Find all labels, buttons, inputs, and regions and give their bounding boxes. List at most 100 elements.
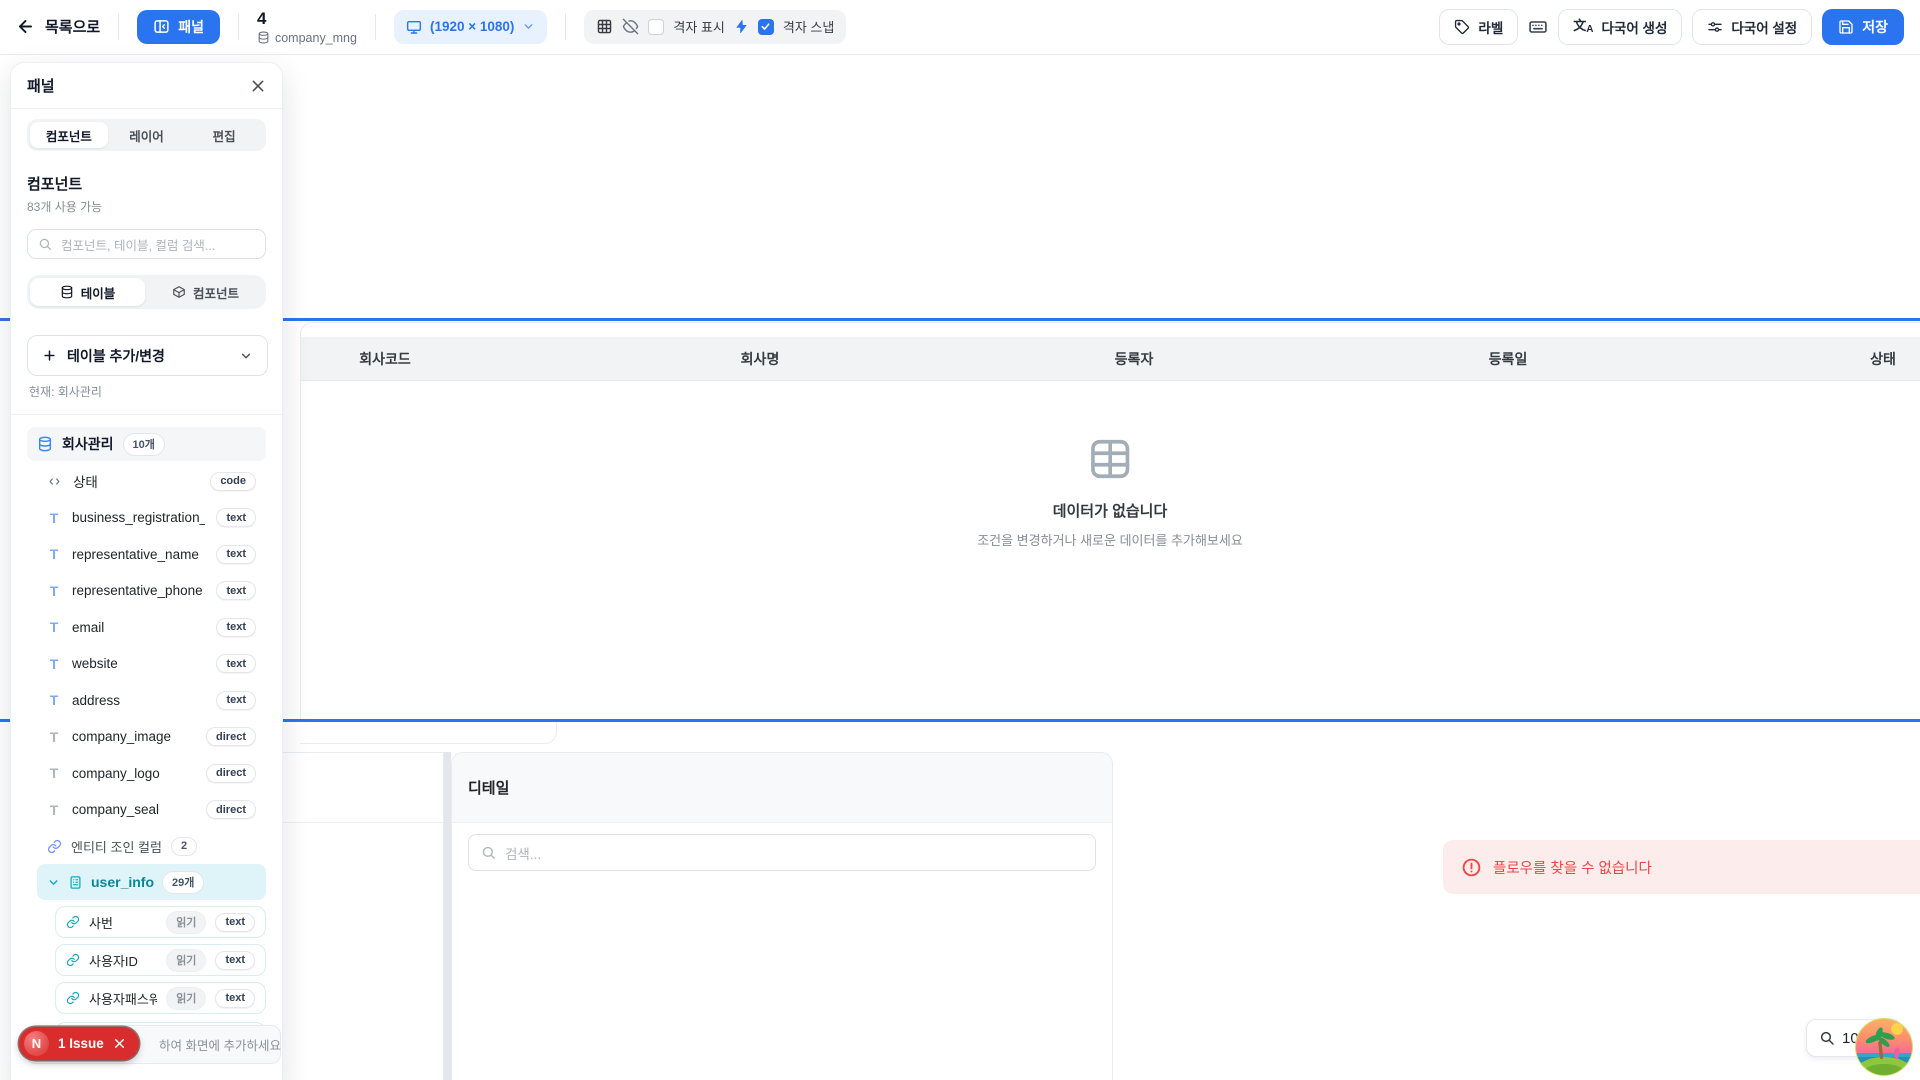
i18n-settings-text: 다국어 설정 <box>1731 17 1797 37</box>
grid-show-label: 격자 표시 <box>673 17 724 36</box>
island-image <box>1854 1017 1914 1077</box>
panel-toggle-button[interactable]: 패널 <box>137 10 220 44</box>
column-type-badge: direct <box>206 727 256 746</box>
building-icon <box>68 875 83 890</box>
access-badge: 읽기 <box>166 911 206 934</box>
panel-button-label: 패널 <box>178 17 204 37</box>
current-table-label: 현재: 회사관리 <box>29 383 266 400</box>
link-icon <box>66 953 80 967</box>
join-table-name: user_info <box>91 874 154 890</box>
column-item[interactable]: T company_logo direct <box>11 755 282 792</box>
i18n-generate-button[interactable]: 文A 다국어 생성 <box>1558 9 1682 45</box>
link-icon <box>47 839 62 854</box>
code-icon <box>47 474 62 489</box>
join-column-item[interactable]: 사용자패스워드 읽기 text <box>55 982 266 1014</box>
text-type-icon: T <box>47 765 61 781</box>
keyboard-icon <box>1528 17 1548 37</box>
selection-outline-top <box>0 318 1920 321</box>
mode-component-button[interactable]: 컴포넌트 <box>148 278 263 306</box>
top-toolbar: 목록으로 패널 4 company_mng (1920 × 1080) <box>0 0 1920 55</box>
column-name: representative_phone <box>72 583 205 598</box>
detail-header: 디테일 <box>452 753 1112 823</box>
tab-layers[interactable]: 레이어 <box>108 122 186 148</box>
grid-icon[interactable] <box>596 18 613 35</box>
tab-components[interactable]: 컴포넌트 <box>30 122 108 148</box>
table-group-row[interactable]: 회사관리 10개 <box>27 427 266 461</box>
panel-resizer-handle[interactable] <box>444 752 451 1080</box>
close-icon[interactable] <box>113 1037 126 1050</box>
column-item[interactable]: T company_image direct <box>11 719 282 756</box>
column-name: company_seal <box>72 802 195 817</box>
components-panel: 패널 컴포넌트 레이어 편집 컴포넌트 83개 사용 가능 컴포넌트, 테이블,… <box>10 62 283 1080</box>
join-column-item[interactable]: 사번 읽기 text <box>55 906 266 938</box>
drag-hint-text: 하여 화면에 추가하세요 <box>159 1035 281 1054</box>
column-name: company_image <box>72 729 195 744</box>
detail-search-input[interactable]: 검색... <box>468 834 1096 871</box>
column-count-badge: 10개 <box>123 433 165 456</box>
column-item[interactable]: T representative_phone text <box>11 573 282 610</box>
column-item[interactable]: T website text <box>11 646 282 683</box>
save-button[interactable]: 저장 <box>1822 9 1904 45</box>
column-item[interactable]: T email text <box>11 609 282 646</box>
detail-component[interactable]: 디테일 검색... <box>451 752 1113 1080</box>
viewport-size-dropdown[interactable]: (1920 × 1080) <box>394 10 547 44</box>
join-column-item[interactable]: 사용자ID 읽기 text <box>55 944 266 976</box>
column-item[interactable]: 상태 code <box>11 463 282 500</box>
issue-count-label: 1 Issue <box>58 1036 104 1051</box>
i18n-settings-button[interactable]: 다국어 설정 <box>1692 9 1812 45</box>
column-item[interactable]: T company_seal direct <box>11 792 282 829</box>
label-button[interactable]: 라벨 <box>1439 9 1518 45</box>
database-icon <box>60 285 74 299</box>
issue-badge[interactable]: N 1 Issue <box>19 1027 139 1060</box>
mode-table-button[interactable]: 테이블 <box>30 278 145 306</box>
tab-edit[interactable]: 편집 <box>185 122 263 148</box>
table-empty-state: 데이터가 없습니다 조건을 변경하거나 새로운 데이터를 추가해보세요 <box>977 436 1243 549</box>
join-column-name: 사용자패스워드 <box>89 989 157 1008</box>
magnifier-icon <box>1819 1030 1835 1046</box>
grid-snap-checkbox[interactable] <box>758 19 774 35</box>
component-search-input[interactable]: 컴포넌트, 테이블, 컬럼 검색... <box>27 229 266 259</box>
column-item[interactable]: T representative_name text <box>11 536 282 573</box>
column-header: 상태 <box>1870 337 1896 381</box>
search-icon <box>38 237 52 251</box>
back-label: 목록으로 <box>45 16 100 37</box>
column-type-badge: text <box>216 691 256 710</box>
chevron-down-icon <box>239 349 253 363</box>
column-item[interactable]: T address text <box>11 682 282 719</box>
chevron-down-icon <box>47 876 60 889</box>
save-button-text: 저장 <box>1862 17 1888 37</box>
grid-snap-label: 격자 스냅 <box>783 17 834 36</box>
join-table-user-info[interactable]: user_info 29개 <box>37 864 266 900</box>
link-icon <box>66 915 80 929</box>
column-type-badge: code <box>210 472 256 491</box>
empty-state-title: 데이터가 없습니다 <box>1053 500 1168 521</box>
entity-join-section: 엔티티 조인 컬럼 2 <box>11 828 282 856</box>
divider <box>565 14 566 40</box>
add-table-label: 테이블 추가/변경 <box>67 346 165 366</box>
app-screen: 목록으로 패널 4 company_mng (1920 × 1080) <box>0 0 1920 1080</box>
column-type-badge: text <box>215 951 255 970</box>
grid-show-checkbox[interactable] <box>648 19 664 35</box>
column-name: address <box>72 693 205 708</box>
eye-off-icon[interactable] <box>622 18 639 35</box>
text-type-icon: T <box>47 583 61 599</box>
back-to-list-button[interactable]: 목록으로 <box>16 16 100 37</box>
box-icon <box>172 285 186 299</box>
keyboard-shortcuts-button[interactable] <box>1528 17 1548 37</box>
join-count-badge: 2 <box>171 837 197 856</box>
add-table-dropdown[interactable]: 테이블 추가/변경 <box>27 335 268 376</box>
column-type-badge: text <box>216 618 256 637</box>
mode-segmented-control: 테이블 컴포넌트 <box>27 275 266 309</box>
translate-icon: 文A <box>1573 19 1593 35</box>
close-icon[interactable] <box>250 78 266 94</box>
access-badge: 읽기 <box>166 987 206 1010</box>
search-icon <box>481 845 496 860</box>
divider <box>118 14 119 40</box>
column-name: website <box>72 656 205 671</box>
divider <box>238 14 239 40</box>
detail-title: 디테일 <box>468 777 509 798</box>
alert-circle-icon <box>1461 857 1482 878</box>
column-item[interactable]: T business_registration_numb text <box>11 500 282 537</box>
empty-table-icon <box>1087 436 1133 482</box>
join-table-count-badge: 29개 <box>162 871 204 894</box>
